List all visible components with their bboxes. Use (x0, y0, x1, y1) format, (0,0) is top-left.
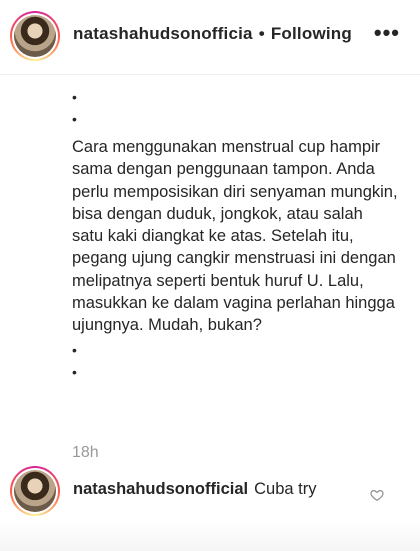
avatar-image (14, 470, 56, 512)
post-username[interactable]: natashahudsonofficia (73, 24, 253, 43)
caption-bullet: • (72, 363, 77, 380)
scroll-fade (0, 520, 420, 551)
caption-bullet: • (72, 89, 77, 105)
instagram-post-card: natashahudsonofficia • Following ••• • • C… (0, 0, 420, 551)
header-separator: • (258, 24, 265, 43)
commenter-avatar[interactable] (10, 466, 60, 516)
avatar-ring-gap (12, 468, 58, 514)
caption-text: Cara menggunakan menstrual cup hampir sa… (72, 138, 398, 335)
comment-username[interactable]: natashahudsonofficial (73, 480, 248, 498)
following-button[interactable]: Following (271, 24, 352, 43)
like-comment-heart-icon[interactable] (370, 488, 384, 502)
post-caption: • • Cara menggunakan menstrual cup hampi… (72, 86, 398, 383)
caption-bullet: • (72, 341, 77, 358)
post-timestamp[interactable]: 18h (72, 444, 99, 462)
avatar-image (14, 15, 56, 57)
more-options-icon[interactable]: ••• (374, 20, 400, 46)
post-header: natashahudsonofficia • Following ••• (0, 0, 420, 75)
post-header-info: natashahudsonofficia • Following (73, 24, 352, 44)
comment-text: Cuba try (254, 480, 317, 498)
caption-bullet: • (72, 111, 77, 127)
avatar-ring-gap (12, 13, 58, 59)
profile-avatar[interactable] (10, 11, 60, 61)
comment-content: natashahudsonofficial Cuba try (73, 480, 316, 499)
